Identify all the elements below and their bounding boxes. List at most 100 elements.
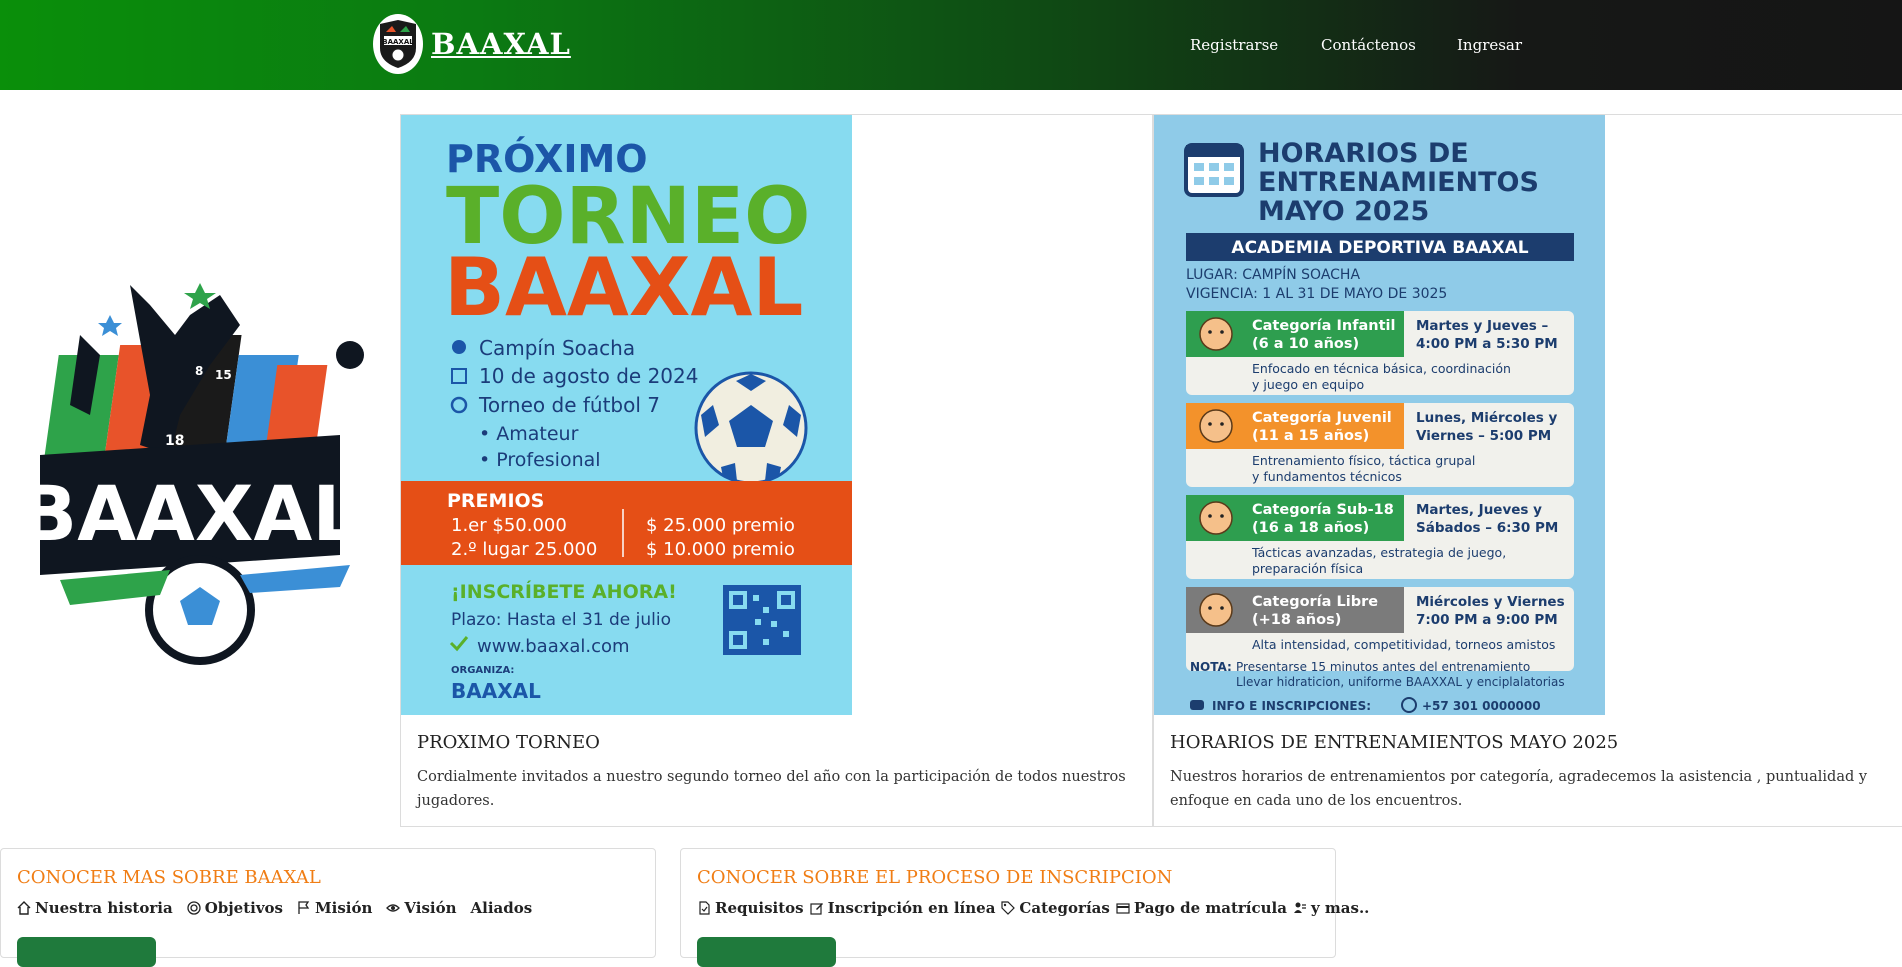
- card-text: Cordialmente invitados a nuestro segundo…: [417, 769, 1126, 809]
- card-title: PROXIMO TORNEO: [417, 732, 600, 753]
- row-time-1: Martes y Jueves –: [1416, 318, 1549, 334]
- poster-cat2: • Profesional: [479, 449, 601, 471]
- flag-icon: [298, 901, 310, 914]
- schedule-poster: HORARIOS DE ENTRENAMIENTOS MAYO 2025 ACA…: [1154, 115, 1605, 715]
- about-section: CONOCER MAS SOBRE BAAXAL Nuestra histori…: [0, 848, 656, 967]
- categories-link[interactable]: Categorías: [1001, 899, 1110, 917]
- prize-4: $ 10.000 premio: [646, 539, 795, 560]
- registration-section: CONOCER SOBRE EL PROCESO DE INSCRIPCION …: [680, 848, 1369, 967]
- requirements-link[interactable]: Requisitos: [697, 899, 804, 917]
- row-time-2: 4:00 PM a 5:30 PM: [1416, 336, 1558, 352]
- nav-contact-link[interactable]: Contáctenos: [1321, 36, 1416, 54]
- row-category: Categoría Juvenil: [1252, 410, 1392, 426]
- soccer-ball-icon: [694, 371, 808, 485]
- tag-icon: [1001, 901, 1016, 915]
- about-links: Nuestra historia Objetivos Misión Visión…: [17, 899, 532, 917]
- hero-logo: BAAXAL 18 8 15: [0, 275, 380, 685]
- kid-face-icon: [1199, 501, 1233, 535]
- prize-2: 2.º lugar 25.000: [451, 539, 597, 560]
- schedule-place: LUGAR: CAMPÍN SOACHA: [1186, 266, 1360, 283]
- note-label: NOTA:: [1190, 660, 1232, 674]
- jersey-number: 15: [215, 368, 232, 382]
- brand-name[interactable]: BAAXAL: [431, 27, 571, 61]
- row-age: (11 a 15 años): [1252, 428, 1369, 444]
- vision-link-label: Visión: [404, 899, 457, 917]
- note-1: Presentarse 15 minutos antes del entrena…: [1236, 660, 1530, 674]
- brand-logo: BAAXAL: [373, 14, 423, 74]
- prize-1: 1.er $50.000: [451, 515, 567, 536]
- mission-link[interactable]: Misión: [297, 899, 372, 917]
- poster-org-label: ORGANIZA:: [451, 665, 514, 676]
- card-title: HORARIOS DE ENTRENAMIENTOS MAYO 2025: [1170, 732, 1619, 753]
- row-category: Categoría Sub-18: [1252, 502, 1394, 518]
- kid-face-icon: [1199, 593, 1233, 627]
- row-desc-1: Alta intensidad, competitividad, torneos…: [1252, 637, 1555, 652]
- schedule-h2: ENTRENAMIENTOS: [1258, 167, 1539, 198]
- credit-card-icon: [1116, 903, 1130, 914]
- more-link-label: y mas..: [1310, 899, 1370, 917]
- schedule-h3: MAYO 2025: [1258, 196, 1429, 227]
- house-icon: [17, 901, 31, 915]
- schedule-row: Categoría Libre (+18 años) Miércoles y Vie…: [1186, 587, 1574, 671]
- poster-place: Campín Soacha: [479, 336, 635, 360]
- about-more-button[interactable]: [17, 937, 156, 967]
- row-category: Categoría Libre: [1252, 594, 1378, 610]
- poster-cta: ¡INSCRÍBETE AHORA!: [451, 580, 677, 603]
- more-link[interactable]: y mas..: [1293, 899, 1369, 917]
- allies-link-label: Aliados: [470, 899, 533, 917]
- nav-login-link[interactable]: Ingresar: [1457, 36, 1522, 54]
- schedule-phone: +57 301 0000000: [1422, 699, 1541, 713]
- poster-type: Torneo de fútbol 7: [478, 393, 660, 417]
- pencil-square-icon: [810, 903, 823, 915]
- poster-web: www.baaxal.com: [477, 636, 630, 657]
- tuition-payment-link[interactable]: Pago de matrícula: [1116, 899, 1287, 917]
- history-link-label: Nuestra historia: [35, 899, 173, 917]
- mail-icon: [1190, 700, 1204, 710]
- tournament-poster: PRÓXIMO TORNEO BAAXAL Campín Soacha 10 d…: [401, 115, 852, 715]
- note-2: Llevar hidraticion, uniforme BAAXXAL y e…: [1236, 675, 1565, 689]
- people-icon: [1293, 902, 1306, 913]
- svg-text:BAAXAL: BAAXAL: [382, 38, 414, 46]
- row-age: (+18 años): [1252, 612, 1341, 628]
- schedule-academy: ACADEMIA DEPORTIVA BAAXAL: [1231, 238, 1528, 258]
- online-registration-link-label: Inscripción en línea: [827, 899, 996, 917]
- qr-code-icon: [723, 585, 801, 655]
- vision-link[interactable]: Visión: [386, 899, 457, 917]
- row-time-2: Viernes – 5:00 PM: [1416, 428, 1551, 444]
- target-icon: [187, 901, 201, 915]
- categories-link-label: Categorías: [1019, 899, 1110, 917]
- schedule-row: Categoría Juvenil (11 a 15 años) Lunes, Mi…: [1186, 403, 1574, 487]
- nav-register-link[interactable]: Registrarse: [1190, 36, 1278, 54]
- row-time-2: Sábados – 6:30 PM: [1416, 520, 1558, 536]
- jersey-number: 18: [165, 433, 184, 449]
- schedule-validity: VIGENCIA: 1 AL 31 DE MAYO DE 3025: [1186, 286, 1447, 302]
- row-time-1: Martes, Jueves y: [1416, 502, 1542, 518]
- registration-more-button[interactable]: [697, 937, 836, 967]
- registration-title: CONOCER SOBRE EL PROCESO DE INSCRIPCION: [697, 867, 1173, 888]
- requirements-link-label: Requisitos: [715, 899, 804, 917]
- poster-deadline: Plazo: Hasta el 31 de julio: [451, 610, 671, 630]
- hero-logo-text: BAAXAL: [19, 469, 360, 558]
- tournament-card[interactable]: PRÓXIMO TORNEO BAAXAL Campín Soacha 10 d…: [400, 114, 1153, 827]
- schedule-card[interactable]: HORARIOS DE ENTRENAMIENTOS MAYO 2025 ACA…: [1153, 114, 1902, 827]
- brand-link[interactable]: BAAXAL BAAXAL: [373, 14, 571, 74]
- about-title: CONOCER MAS SOBRE BAAXAL: [17, 867, 321, 888]
- row-time-1: Lunes, Miércoles y: [1416, 410, 1558, 426]
- location-icon: [452, 340, 466, 354]
- prizes-label: PREMIOS: [447, 490, 544, 512]
- row-time-2: 7:00 PM a 9:00 PM: [1416, 612, 1558, 628]
- history-link[interactable]: Nuestra historia: [17, 899, 173, 917]
- jersey-number: 8: [195, 364, 203, 378]
- row-desc-1: Enfocado en técnica básica, coordinación: [1252, 361, 1511, 376]
- schedule-row: Categoría Infantil (6 a 10 años) Martes y …: [1186, 311, 1574, 395]
- row-desc-2: y juego en equipo: [1252, 377, 1364, 392]
- row-desc-2: preparación física: [1252, 561, 1363, 576]
- registration-links: Requisitos Inscripción en línea Categorí…: [697, 899, 1369, 917]
- row-time-1: Miércoles y Viernes: [1416, 594, 1565, 610]
- objectives-link[interactable]: Objetivos: [187, 899, 283, 917]
- allies-link[interactable]: Aliados: [471, 899, 533, 917]
- row-desc-2: y fundamentos técnicos: [1252, 469, 1402, 484]
- online-registration-link[interactable]: Inscripción en línea: [810, 899, 996, 917]
- row-desc-1: Tácticas avanzadas, estrategia de juego,: [1251, 545, 1506, 560]
- kid-face-icon: [1199, 409, 1233, 443]
